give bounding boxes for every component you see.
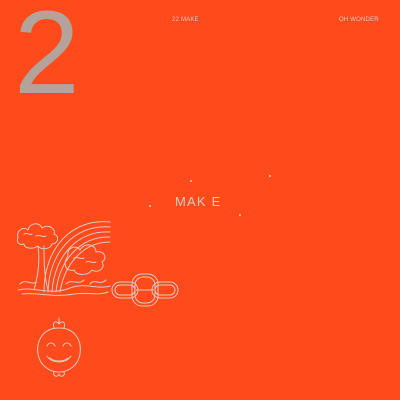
speck	[269, 175, 271, 177]
speck	[190, 180, 192, 182]
speck	[239, 214, 241, 216]
tree-with-rainbow-icon	[16, 221, 111, 296]
center-title: MAK E	[175, 194, 222, 209]
album-cover: 2 22 MAKE OH WONDER MAK E	[0, 0, 400, 400]
artist-caption: OH WONDER	[339, 17, 379, 23]
big-number-2: 2	[14, 0, 80, 119]
top-left-caption: 22 MAKE	[172, 17, 199, 23]
smiling-tomato-icon	[37, 317, 81, 377]
chain-link-icon	[111, 273, 179, 307]
speck	[149, 205, 151, 207]
